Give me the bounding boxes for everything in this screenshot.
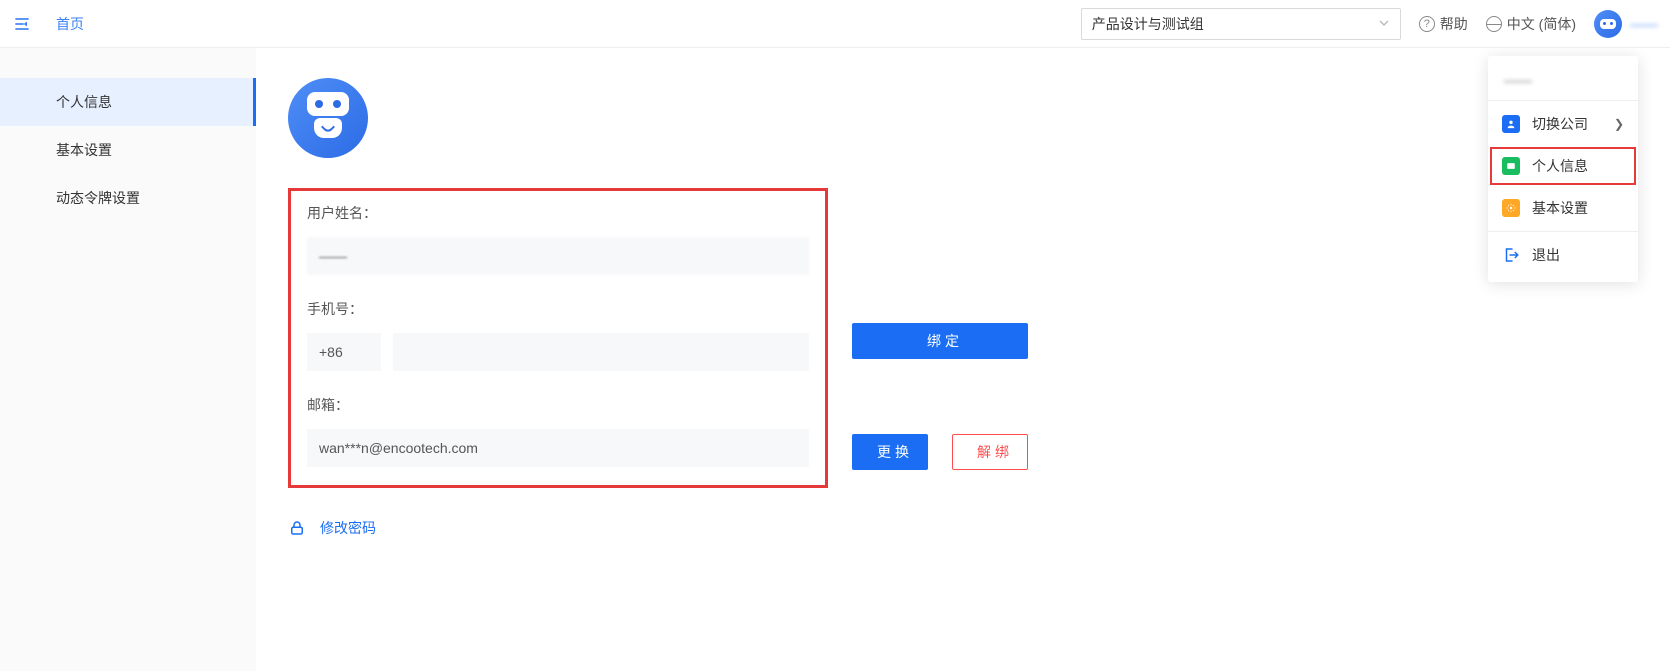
sidebar-item-label: 基本设置 <box>56 142 112 158</box>
sidebar: 个人信息 基本设置 动态令牌设置 <box>0 48 256 671</box>
username-input[interactable] <box>307 237 809 275</box>
avatar-large[interactable] <box>288 78 368 158</box>
menu-item-switch-company[interactable]: 切换公司 ❯ <box>1488 103 1638 145</box>
menu-item-label: 基本设置 <box>1532 198 1588 218</box>
profile-form-highlight: 用户姓名： 手机号： 邮箱： <box>288 188 828 488</box>
divider <box>1488 100 1638 101</box>
phone-prefix-input[interactable] <box>307 333 381 371</box>
language-select[interactable]: 中文 (简体) <box>1486 14 1576 34</box>
header-right: 产品设计与测试组 ? 帮助 中文 (简体) —— <box>1081 8 1658 40</box>
logout-icon <box>1502 246 1520 264</box>
chevron-right-icon: ❯ <box>1614 117 1624 131</box>
menu-item-basic-settings[interactable]: 基本设置 <box>1488 187 1638 229</box>
sidebar-item-personal-info[interactable]: 个人信息 <box>0 78 256 126</box>
menu-item-personal-info[interactable]: 个人信息 <box>1488 145 1638 187</box>
divider <box>1488 231 1638 232</box>
org-select[interactable]: 产品设计与测试组 <box>1081 8 1401 40</box>
sidebar-item-token-settings[interactable]: 动态令牌设置 <box>0 174 256 222</box>
user-menu-username: —— <box>1488 62 1638 98</box>
language-label: 中文 (简体) <box>1507 14 1576 34</box>
bind-phone-button[interactable]: 绑定 <box>852 323 1028 359</box>
email-group: 邮箱： <box>307 395 809 467</box>
unbind-email-button[interactable]: 解绑 <box>952 434 1028 470</box>
menu-item-label: 个人信息 <box>1532 156 1588 176</box>
org-select-value: 产品设计与测试组 <box>1092 14 1204 34</box>
username-group: 用户姓名： <box>307 203 809 275</box>
email-label: 邮箱： <box>307 395 809 415</box>
gear-icon <box>1502 199 1520 217</box>
help-label: 帮助 <box>1440 14 1468 34</box>
sidebar-item-label: 动态令牌设置 <box>56 190 140 206</box>
breadcrumb-home[interactable]: 首页 <box>56 14 84 34</box>
user-menu: —— 切换公司 ❯ 个人信息 基本设置 <box>1488 56 1638 282</box>
lock-icon <box>288 519 306 537</box>
phone-input[interactable] <box>393 333 809 371</box>
menu-toggle-icon[interactable] <box>12 14 32 34</box>
sidebar-item-label: 个人信息 <box>56 94 112 110</box>
menu-item-label: 退出 <box>1532 245 1560 265</box>
phone-label: 手机号： <box>307 299 809 319</box>
phone-group: 手机号： <box>307 299 809 371</box>
email-input[interactable] <box>307 429 809 467</box>
username-label: 用户姓名： <box>307 203 809 223</box>
change-email-button[interactable]: 更换 <box>852 434 928 470</box>
avatar[interactable] <box>1594 10 1622 38</box>
person-icon <box>1502 115 1520 133</box>
help-icon: ? <box>1419 16 1435 32</box>
menu-item-logout[interactable]: 退出 <box>1488 234 1638 276</box>
username-header[interactable]: —— <box>1630 16 1658 32</box>
app-header: 首页 产品设计与测试组 ? 帮助 中文 (简体) —— <box>0 0 1670 48</box>
id-card-icon <box>1502 157 1520 175</box>
main-content: 用户姓名： 手机号： 邮箱： 绑定 更换 <box>256 48 1670 671</box>
chevron-down-icon <box>1378 16 1390 32</box>
menu-item-label: 切换公司 <box>1532 114 1588 134</box>
change-password-link[interactable]: 修改密码 <box>288 518 1638 538</box>
change-password-label: 修改密码 <box>320 518 376 538</box>
help-link[interactable]: ? 帮助 <box>1419 14 1468 34</box>
sidebar-item-basic-settings[interactable]: 基本设置 <box>0 126 256 174</box>
globe-icon <box>1486 16 1502 32</box>
